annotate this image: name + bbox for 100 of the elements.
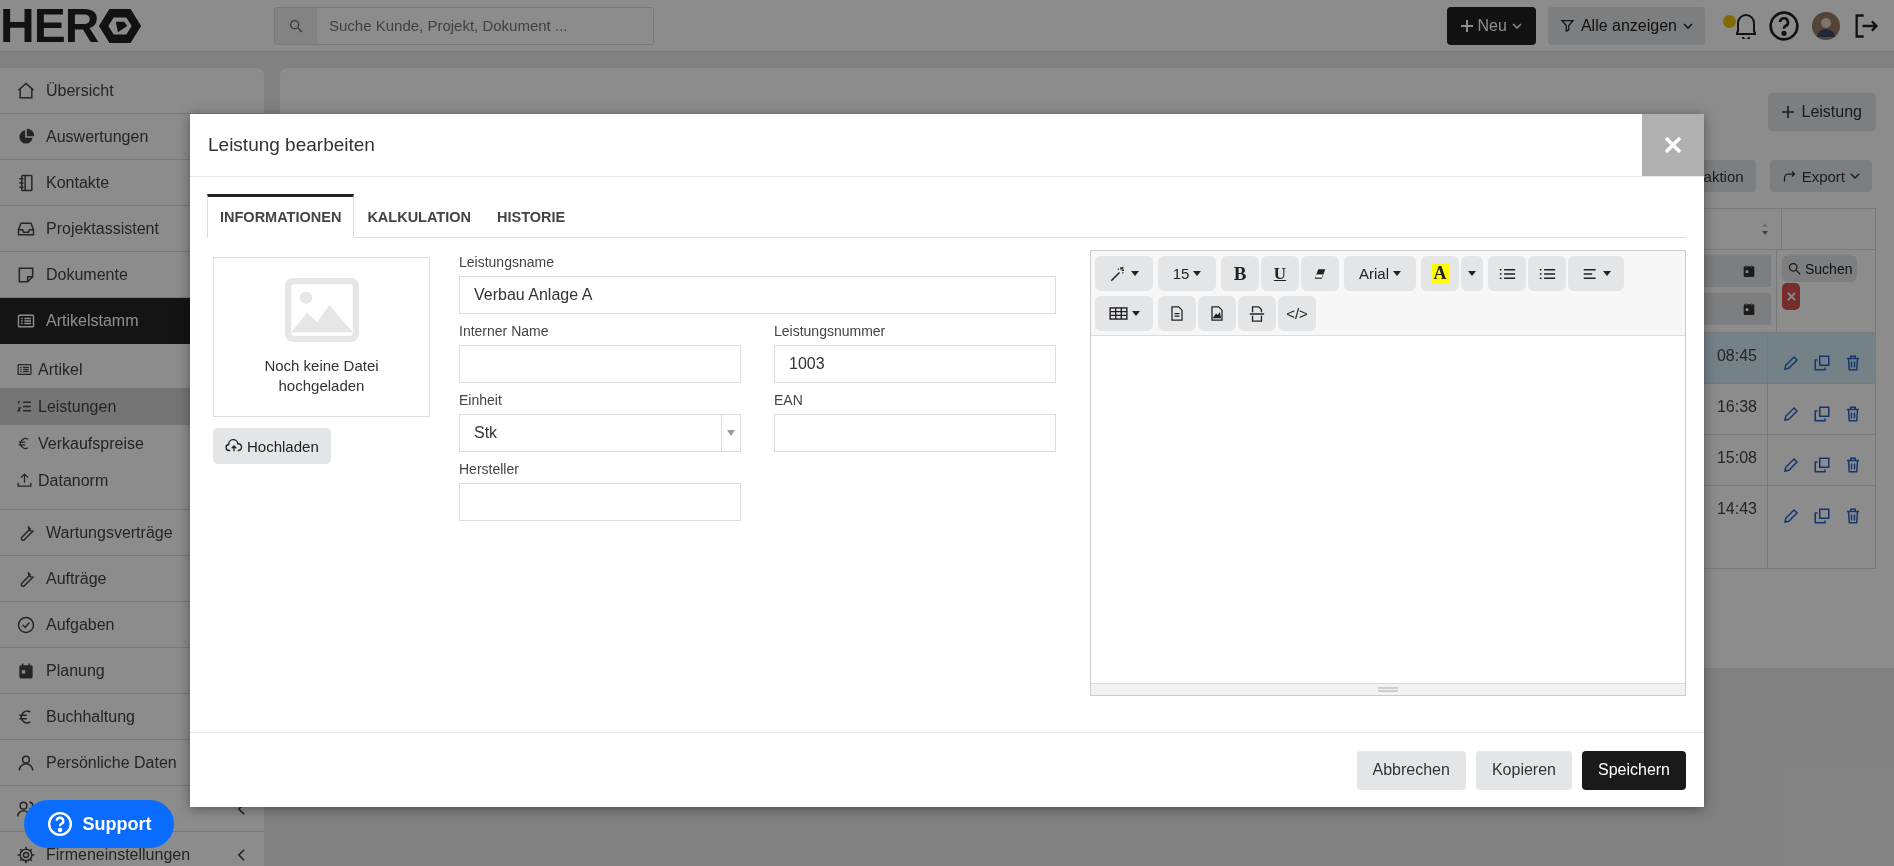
menu-icon bbox=[16, 844, 36, 865]
save-button[interactable]: Speichern bbox=[1581, 750, 1686, 790]
menu-icon bbox=[16, 614, 36, 635]
sort-icon[interactable] bbox=[1761, 222, 1769, 236]
magic-wand-icon bbox=[1109, 264, 1127, 283]
toolbar-button[interactable]: Arial bbox=[1344, 256, 1416, 291]
copy-icon[interactable] bbox=[1813, 507, 1831, 525]
menu-icon bbox=[16, 172, 36, 193]
sidebar-subitem[interactable]: Artikel bbox=[0, 351, 264, 388]
trash-icon[interactable] bbox=[1844, 405, 1862, 423]
filter-button[interactable]: Alle anzeigen bbox=[1547, 6, 1705, 45]
input-field[interactable] bbox=[774, 414, 1056, 452]
document-icon bbox=[1171, 306, 1183, 321]
image-file-icon bbox=[1211, 306, 1223, 321]
field-label: Leistungsname bbox=[459, 254, 555, 270]
copy-icon[interactable] bbox=[1813, 354, 1831, 372]
pencil-icon[interactable] bbox=[1782, 405, 1800, 423]
toolbar-button[interactable] bbox=[1568, 256, 1624, 291]
pencil-icon[interactable] bbox=[1782, 354, 1800, 372]
table-cell: 16:38 bbox=[1716, 398, 1757, 415]
copy-icon[interactable] bbox=[1813, 456, 1831, 474]
share-icon bbox=[1781, 168, 1797, 184]
toolbar-button[interactable] bbox=[1488, 256, 1526, 291]
toolbar-button[interactable]: A bbox=[1421, 256, 1459, 291]
page-break-icon bbox=[1249, 305, 1265, 322]
search-icon bbox=[288, 17, 304, 34]
close-icon bbox=[1663, 135, 1683, 155]
table-icon bbox=[1108, 307, 1128, 320]
tab[interactable]: KALKULATION bbox=[354, 194, 484, 238]
menu-icon bbox=[16, 361, 33, 378]
eraser-icon bbox=[1313, 266, 1327, 281]
input-field[interactable]: 1003 bbox=[774, 345, 1056, 383]
toolbar-button[interactable] bbox=[1158, 296, 1196, 331]
trash-icon[interactable] bbox=[1844, 354, 1862, 372]
close-icon bbox=[1786, 292, 1796, 301]
pencil-icon[interactable] bbox=[1782, 456, 1800, 474]
help-icon[interactable] bbox=[1768, 9, 1800, 42]
field-label: EAN bbox=[774, 392, 804, 408]
toolbar-button[interactable] bbox=[1301, 256, 1339, 291]
dialog-button[interactable]: Kopieren bbox=[1475, 750, 1572, 790]
export-button[interactable]: Export bbox=[1769, 160, 1872, 192]
toolbar-button[interactable]: B bbox=[1221, 256, 1259, 291]
numbered-list-icon bbox=[1538, 266, 1556, 281]
bell-icon[interactable] bbox=[1736, 12, 1756, 39]
logo-text: HER bbox=[0, 1, 99, 50]
avatar[interactable] bbox=[1812, 11, 1840, 40]
search-button[interactable]: Suchen bbox=[1782, 255, 1858, 282]
toolbar-button[interactable] bbox=[1238, 296, 1276, 331]
table-cell: 14:43 bbox=[1716, 500, 1757, 517]
toolbar-button[interactable] bbox=[1095, 296, 1153, 331]
toolbar-button[interactable]: </> bbox=[1278, 296, 1316, 331]
input-field[interactable]: Verbau Anlage A bbox=[459, 276, 1056, 314]
toolbar-button[interactable]: 15 bbox=[1158, 256, 1216, 291]
sidebar-subitem[interactable]: Datanorm bbox=[0, 462, 264, 499]
field-label: Leistungsnummer bbox=[774, 323, 887, 339]
menu-icon bbox=[16, 80, 36, 101]
plus-icon bbox=[1460, 19, 1473, 32]
bullet-list-icon bbox=[1498, 266, 1516, 281]
toolbar-button[interactable] bbox=[1198, 296, 1236, 331]
tab[interactable]: HISTORIE bbox=[484, 194, 579, 238]
filter-icon bbox=[1559, 18, 1575, 33]
upload-button[interactable]: Hochladen bbox=[213, 428, 331, 464]
caret-icon bbox=[1850, 173, 1860, 179]
search-icon bbox=[1787, 261, 1802, 276]
clear-button[interactable] bbox=[1782, 283, 1800, 310]
hexagon-logo-icon bbox=[98, 6, 143, 45]
calendar-icon bbox=[1741, 301, 1757, 317]
caret-icon bbox=[1511, 22, 1522, 29]
add-button[interactable]: Leistung bbox=[1767, 93, 1876, 131]
resize-handle[interactable] bbox=[1091, 683, 1685, 695]
new-button[interactable]: Neu bbox=[1446, 6, 1536, 45]
unit-select[interactable]: Stk bbox=[459, 414, 741, 452]
help-icon bbox=[46, 811, 73, 837]
pencil-icon[interactable] bbox=[1782, 507, 1800, 525]
caret-icon bbox=[727, 430, 735, 436]
support-button[interactable]: Support bbox=[24, 800, 174, 848]
image-icon bbox=[284, 278, 359, 342]
copy-icon[interactable] bbox=[1813, 405, 1831, 423]
trash-icon[interactable] bbox=[1844, 507, 1862, 525]
field-label: Einheit bbox=[459, 392, 503, 408]
trash-icon[interactable] bbox=[1844, 456, 1862, 474]
table-cell: 08:45 bbox=[1716, 347, 1757, 364]
field-label: Hersteller bbox=[459, 461, 520, 477]
input-field[interactable] bbox=[459, 483, 741, 521]
field-label: Interner Name bbox=[459, 323, 550, 339]
align-icon bbox=[1581, 266, 1599, 281]
tab[interactable]: INFORMATIONEN bbox=[207, 194, 355, 238]
empty-caption: Noch keine Datei hochgeladen bbox=[263, 356, 380, 397]
toolbar-button[interactable] bbox=[1528, 256, 1566, 291]
menu-icon bbox=[16, 126, 36, 147]
dialog-button[interactable]: Abbrechen bbox=[1356, 750, 1466, 790]
calendar-icon bbox=[1741, 263, 1757, 279]
toolbar-button[interactable] bbox=[1461, 256, 1483, 291]
search-field[interactable]: Suche Kunde, Projekt, Dokument ... bbox=[274, 6, 654, 45]
toolbar-button[interactable]: U bbox=[1261, 256, 1299, 291]
close-button[interactable] bbox=[1642, 114, 1704, 176]
input-field[interactable] bbox=[459, 345, 741, 383]
plus-icon bbox=[1781, 106, 1794, 118]
caret-icon bbox=[1683, 22, 1693, 29]
table-cell: 15:08 bbox=[1716, 449, 1757, 466]
